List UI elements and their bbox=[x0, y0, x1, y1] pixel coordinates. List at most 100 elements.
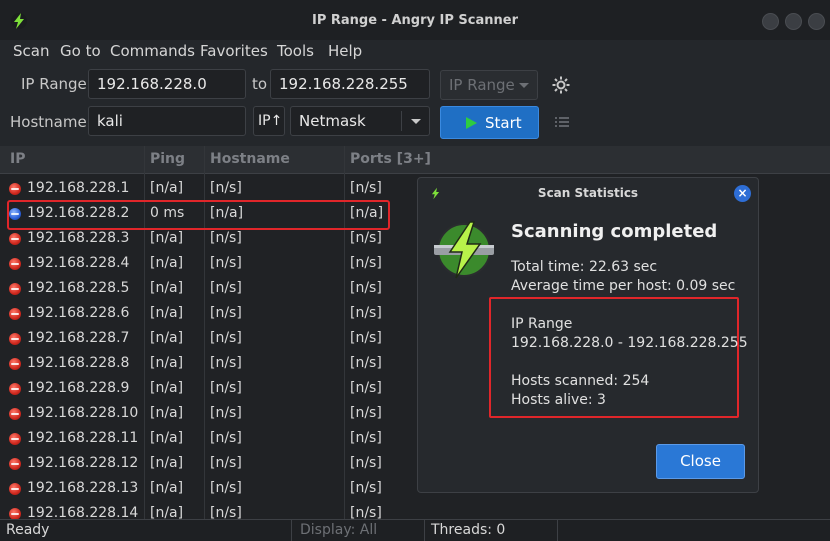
cell-ping: [n/a] bbox=[150, 405, 184, 421]
close-window-button[interactable] bbox=[808, 13, 825, 30]
cell-ports: [n/s] bbox=[350, 280, 382, 296]
dialog-title: Scan Statistics bbox=[537, 186, 639, 200]
hosts-alive: Hosts alive: 3 bbox=[511, 392, 606, 408]
host-dead-icon bbox=[9, 283, 21, 295]
ip-up-button[interactable]: IP↑ bbox=[253, 106, 285, 136]
cell-hostname: [n/s] bbox=[210, 430, 242, 446]
start-button[interactable]: Start bbox=[440, 106, 539, 139]
menu-scan[interactable]: Scan bbox=[13, 42, 49, 60]
threads-count: Threads: 0 bbox=[425, 520, 558, 541]
average-time: Average time per host: 0.09 sec bbox=[511, 278, 736, 294]
menu-favorites[interactable]: Favorites bbox=[200, 42, 268, 60]
cell-hostname: [n/s] bbox=[210, 480, 242, 496]
cell-ip: 192.168.228.14 bbox=[27, 505, 139, 519]
menu-bar: Scan Go to Commands Favorites Tools Help bbox=[0, 40, 830, 64]
cell-hostname: [n/s] bbox=[210, 230, 242, 246]
cell-ping: [n/a] bbox=[150, 505, 184, 519]
host-dead-icon bbox=[9, 433, 21, 445]
list-icon[interactable] bbox=[555, 115, 569, 129]
column-header-ip[interactable]: IP bbox=[10, 151, 25, 167]
cell-ip: 192.168.228.6 bbox=[27, 305, 130, 321]
total-time: Total time: 22.63 sec bbox=[511, 259, 658, 275]
cell-hostname: [n/s] bbox=[210, 355, 242, 371]
menu-commands[interactable]: Commands bbox=[110, 42, 195, 60]
cell-hostname: [n/s] bbox=[210, 305, 242, 321]
dropdown-divider bbox=[401, 111, 402, 131]
cell-ip: 192.168.228.5 bbox=[27, 280, 130, 296]
cell-ports: [n/s] bbox=[350, 230, 382, 246]
column-header-ports[interactable]: Ports [3+] bbox=[350, 151, 431, 167]
cell-ping: [n/a] bbox=[150, 430, 184, 446]
ip-range-value: 192.168.228.0 - 192.168.228.255 bbox=[511, 335, 748, 351]
cell-ports: [n/s] bbox=[350, 430, 382, 446]
host-dead-icon bbox=[9, 333, 21, 345]
host-dead-icon bbox=[9, 258, 21, 270]
cell-ping: [n/a] bbox=[150, 255, 184, 271]
hostname-input[interactable]: kali bbox=[88, 106, 246, 136]
cell-ports: [n/s] bbox=[350, 455, 382, 471]
chevron-down-icon bbox=[519, 83, 529, 88]
close-icon[interactable]: × bbox=[734, 185, 751, 202]
display-filter[interactable]: Display: All bbox=[294, 520, 425, 541]
cell-hostname: [n/s] bbox=[210, 455, 242, 471]
menu-tools[interactable]: Tools bbox=[277, 42, 314, 60]
ip-start-input[interactable]: 192.168.228.0 bbox=[88, 69, 246, 99]
cell-ip: 192.168.228.1 bbox=[27, 180, 130, 196]
hostname-label: Hostname: bbox=[10, 113, 92, 131]
cell-ip: 192.168.228.10 bbox=[27, 405, 139, 421]
host-dead-icon bbox=[9, 183, 21, 195]
window-title: IP Range - Angry IP Scanner bbox=[311, 13, 518, 28]
cell-hostname: [n/s] bbox=[210, 180, 242, 196]
status-bar: Ready Display: All Threads: 0 bbox=[0, 519, 830, 541]
netmask-select-value: Netmask bbox=[299, 112, 366, 130]
host-dead-icon bbox=[9, 233, 21, 245]
host-dead-icon bbox=[9, 408, 21, 420]
cell-ports: [n/s] bbox=[350, 180, 382, 196]
chevron-down-icon bbox=[411, 119, 421, 124]
cell-ports: [n/s] bbox=[350, 480, 382, 496]
cell-ping: [n/a] bbox=[150, 180, 184, 196]
hosts-scanned: Hosts scanned: 254 bbox=[511, 373, 650, 389]
gear-icon[interactable] bbox=[551, 75, 571, 95]
cell-ports: [n/s] bbox=[350, 255, 382, 271]
column-header-hostname[interactable]: Hostname bbox=[210, 151, 290, 167]
cell-ip: 192.168.228.4 bbox=[27, 255, 130, 271]
cell-ping: [n/a] bbox=[150, 305, 184, 321]
cell-ip: 192.168.228.3 bbox=[27, 230, 130, 246]
host-dead-icon bbox=[9, 358, 21, 370]
host-dead-icon bbox=[9, 383, 21, 395]
cell-ping: [n/a] bbox=[150, 330, 184, 346]
play-icon bbox=[466, 117, 477, 129]
feeder-select[interactable]: IP Range bbox=[440, 70, 538, 100]
cell-ping: [n/a] bbox=[150, 280, 184, 296]
close-button[interactable]: Close bbox=[656, 444, 745, 479]
ip-end-input[interactable]: 192.168.228.255 bbox=[270, 69, 430, 99]
netmask-select[interactable]: Netmask bbox=[290, 106, 430, 136]
cell-hostname: [n/s] bbox=[210, 255, 242, 271]
cell-ip: 192.168.228.7 bbox=[27, 330, 130, 346]
cell-ping: [n/a] bbox=[150, 380, 184, 396]
cell-ip: 192.168.228.12 bbox=[27, 455, 139, 471]
host-dead-icon bbox=[9, 508, 21, 519]
scan-statistics-dialog: Scan Statistics × Scanning completed Tot… bbox=[417, 177, 759, 493]
cell-ip: 192.168.228.9 bbox=[27, 380, 130, 396]
cell-hostname: [n/s] bbox=[210, 505, 242, 519]
highlight-annotation bbox=[7, 200, 390, 230]
host-dead-icon bbox=[9, 308, 21, 320]
ip-range-heading: IP Range bbox=[511, 316, 573, 332]
minimize-button[interactable] bbox=[762, 13, 779, 30]
cell-ping: [n/a] bbox=[150, 230, 184, 246]
cell-ip: 192.168.228.13 bbox=[27, 480, 139, 496]
column-header-ping[interactable]: Ping bbox=[150, 151, 185, 167]
cell-ports: [n/s] bbox=[350, 330, 382, 346]
menu-goto[interactable]: Go to bbox=[60, 42, 101, 60]
cell-hostname: [n/s] bbox=[210, 380, 242, 396]
table-header: IP Ping Hostname Ports [3+] bbox=[0, 146, 830, 174]
feeder-select-value: IP Range bbox=[449, 76, 515, 94]
title-bar: IP Range - Angry IP Scanner bbox=[0, 0, 830, 40]
cell-hostname: [n/s] bbox=[210, 280, 242, 296]
maximize-button[interactable] bbox=[785, 13, 802, 30]
menu-help[interactable]: Help bbox=[328, 42, 362, 60]
table-row[interactable]: 192.168.228.14 [n/a] [n/s] [n/s] bbox=[0, 501, 830, 519]
cell-ping: [n/a] bbox=[150, 355, 184, 371]
